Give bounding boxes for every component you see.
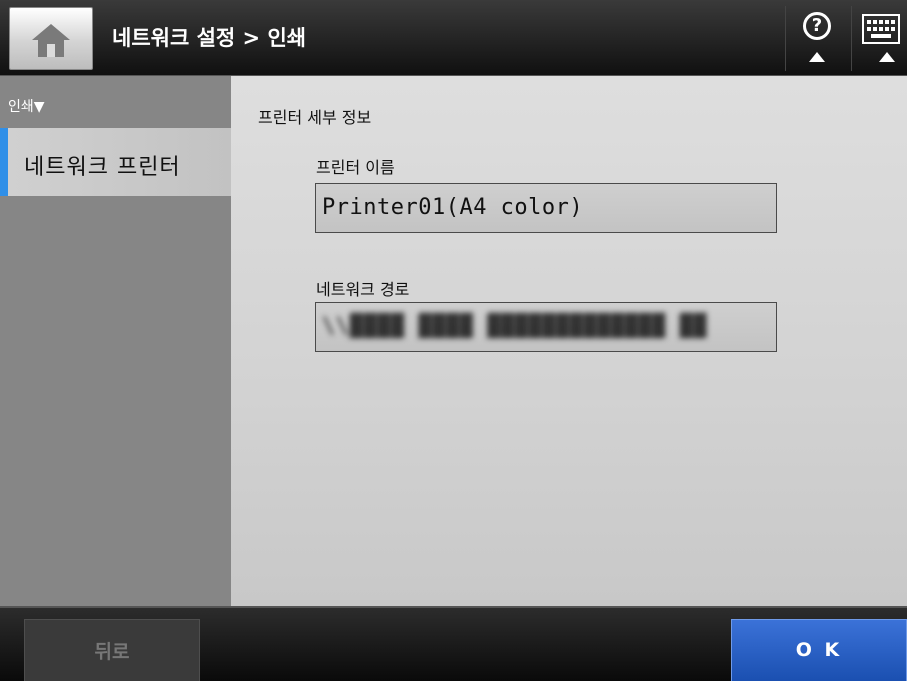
home-button[interactable] — [9, 7, 93, 70]
sidebar-item-network-printer[interactable]: 네트워크 프린터 — [0, 128, 231, 196]
help-icon: ? — [803, 12, 831, 40]
network-path-label: 네트워크 경로 — [316, 280, 410, 299]
expand-up-icon — [809, 52, 825, 62]
printer-name-label: 프린터 이름 — [316, 158, 395, 177]
page-title: 네트워크 설정 > 인쇄 — [112, 26, 307, 50]
help-button[interactable]: ? — [785, 6, 847, 71]
ok-button[interactable]: O K — [731, 619, 907, 681]
sidebar-item-label: 네트워크 프린터 — [24, 155, 181, 180]
network-path-field[interactable]: \\▓▓▓▓ ▓▓▓▓ ▓▓▓▓▓▓▓▓▓▓▓▓▓ ▓▓ — [315, 302, 777, 352]
expand-up-icon — [879, 52, 895, 62]
keyboard-icon — [862, 14, 900, 44]
printer-name-field[interactable]: Printer01(A4 color) — [315, 183, 777, 233]
home-icon — [32, 24, 70, 57]
keyboard-button[interactable] — [851, 6, 907, 71]
back-button-label: 뒤로 — [94, 641, 130, 663]
sidebar-section-label[interactable]: 인쇄▼ — [0, 76, 231, 122]
network-path-value-redacted: \\▓▓▓▓ ▓▓▓▓ ▓▓▓▓▓▓▓▓▓▓▓▓▓ ▓▓ — [322, 314, 707, 339]
bottom-bar: 뒤로 O K — [0, 606, 907, 681]
main-panel: 프린터 세부 정보 프린터 이름 Printer01(A4 color) 네트워… — [231, 76, 907, 606]
sidebar: 인쇄▼ 네트워크 프린터 — [0, 76, 231, 606]
back-button[interactable]: 뒤로 — [24, 619, 200, 681]
printer-name-value: Printer01(A4 color) — [322, 195, 584, 220]
top-bar: 네트워크 설정 > 인쇄 ? — [0, 0, 907, 76]
ok-button-label: O K — [795, 639, 843, 661]
section-title: 프린터 세부 정보 — [258, 108, 372, 127]
